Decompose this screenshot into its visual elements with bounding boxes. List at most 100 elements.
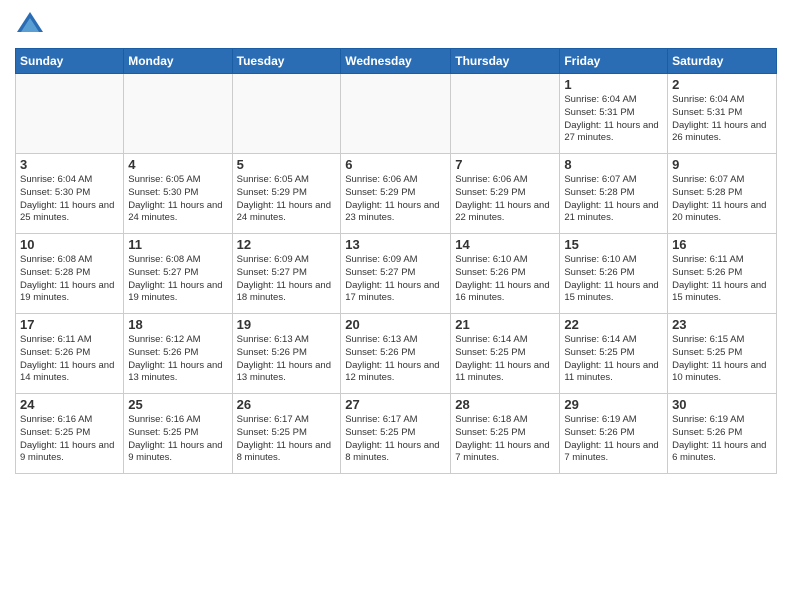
day-number: 15 xyxy=(564,237,663,252)
day-number: 26 xyxy=(237,397,337,412)
day-cell: 21Sunrise: 6:14 AM Sunset: 5:25 PM Dayli… xyxy=(451,314,560,394)
day-info: Sunrise: 6:09 AM Sunset: 5:27 PM Dayligh… xyxy=(237,254,337,305)
day-info: Sunrise: 6:08 AM Sunset: 5:27 PM Dayligh… xyxy=(128,254,227,305)
weekday-header-sunday: Sunday xyxy=(16,49,124,74)
day-number: 18 xyxy=(128,317,227,332)
day-number: 2 xyxy=(672,77,772,92)
day-number: 23 xyxy=(672,317,772,332)
day-cell xyxy=(232,74,341,154)
day-info: Sunrise: 6:14 AM Sunset: 5:25 PM Dayligh… xyxy=(455,334,555,385)
day-info: Sunrise: 6:19 AM Sunset: 5:26 PM Dayligh… xyxy=(564,414,663,465)
day-cell: 10 Sunrise: 6:08 AM Sunset: 5:28 PM Dayli… xyxy=(16,234,124,314)
day-info: Sunrise: 6:13 AM Sunset: 5:26 PM Dayligh… xyxy=(237,334,337,385)
day-number: 7 xyxy=(455,157,555,172)
day-number: 13 xyxy=(345,237,446,252)
day-cell xyxy=(451,74,560,154)
week-row-2: 3 Sunrise: 6:04 AM Sunset: 5:30 PM Daylig… xyxy=(16,154,777,234)
day-info: Sunrise: 6:17 AM Sunset: 5:25 PM Dayligh… xyxy=(345,414,446,465)
day-number: 9 xyxy=(672,157,772,172)
day-info: Sunrise: 6:04 AM Sunset: 5:31 PM Dayligh… xyxy=(564,94,663,145)
day-cell: 30 Sunrise: 6:19 AM Sunset: 5:26 PM Dayli… xyxy=(668,394,777,474)
day-number: 5 xyxy=(237,157,337,172)
week-row-1: 1 Sunrise: 6:04 AM Sunset: 5:31 PM Daylig… xyxy=(16,74,777,154)
day-cell: 12 Sunrise: 6:09 AM Sunset: 5:27 PM Dayli… xyxy=(232,234,341,314)
day-cell: 18 Sunrise: 6:12 AM Sunset: 5:26 PM Dayli… xyxy=(124,314,232,394)
weekday-header-monday: Monday xyxy=(124,49,232,74)
day-info: Sunrise: 6:07 AM Sunset: 5:28 PM Dayligh… xyxy=(564,174,663,225)
day-cell: 26 Sunrise: 6:17 AM Sunset: 5:25 PM Dayli… xyxy=(232,394,341,474)
day-info: Sunrise: 6:11 AM Sunset: 5:26 PM Dayligh… xyxy=(672,254,772,305)
day-cell: 2 Sunrise: 6:04 AM Sunset: 5:31 PM Daylig… xyxy=(668,74,777,154)
day-cell: 7 Sunrise: 6:06 AM Sunset: 5:29 PM Daylig… xyxy=(451,154,560,234)
day-number: 20 xyxy=(345,317,446,332)
page-container: SundayMondayTuesdayWednesdayThursdayFrid… xyxy=(0,0,792,484)
day-info: Sunrise: 6:06 AM Sunset: 5:29 PM Dayligh… xyxy=(455,174,555,225)
week-row-5: 24 Sunrise: 6:16 AM Sunset: 5:25 PM Dayli… xyxy=(16,394,777,474)
day-info: Sunrise: 6:07 AM Sunset: 5:28 PM Dayligh… xyxy=(672,174,772,225)
day-info: Sunrise: 6:05 AM Sunset: 5:30 PM Dayligh… xyxy=(128,174,227,225)
day-cell: 1 Sunrise: 6:04 AM Sunset: 5:31 PM Daylig… xyxy=(560,74,668,154)
day-number: 30 xyxy=(672,397,772,412)
day-number: 27 xyxy=(345,397,446,412)
day-cell: 25Sunrise: 6:16 AM Sunset: 5:25 PM Dayli… xyxy=(124,394,232,474)
day-cell: 19 Sunrise: 6:13 AM Sunset: 5:26 PM Dayli… xyxy=(232,314,341,394)
week-row-3: 10 Sunrise: 6:08 AM Sunset: 5:28 PM Dayli… xyxy=(16,234,777,314)
day-number: 19 xyxy=(237,317,337,332)
day-cell: 28 Sunrise: 6:18 AM Sunset: 5:25 PM Dayli… xyxy=(451,394,560,474)
weekday-header-row: SundayMondayTuesdayWednesdayThursdayFrid… xyxy=(16,49,777,74)
logo-icon xyxy=(15,10,45,40)
day-cell: 16 Sunrise: 6:11 AM Sunset: 5:26 PM Dayli… xyxy=(668,234,777,314)
day-number: 28 xyxy=(455,397,555,412)
day-info: Sunrise: 6:18 AM Sunset: 5:25 PM Dayligh… xyxy=(455,414,555,465)
day-cell xyxy=(341,74,451,154)
day-info: Sunrise: 6:15 AM Sunset: 5:25 PM Dayligh… xyxy=(672,334,772,385)
day-info: Sunrise: 6:04 AM Sunset: 5:30 PM Dayligh… xyxy=(20,174,119,225)
weekday-header-friday: Friday xyxy=(560,49,668,74)
day-cell: 23 Sunrise: 6:15 AM Sunset: 5:25 PM Dayli… xyxy=(668,314,777,394)
day-info: Sunrise: 6:11 AM Sunset: 5:26 PM Dayligh… xyxy=(20,334,119,385)
day-info: Sunrise: 6:13 AM Sunset: 5:26 PM Dayligh… xyxy=(345,334,446,385)
weekday-header-tuesday: Tuesday xyxy=(232,49,341,74)
day-number: 1 xyxy=(564,77,663,92)
day-number: 12 xyxy=(237,237,337,252)
day-number: 8 xyxy=(564,157,663,172)
day-cell: 14Sunrise: 6:10 AM Sunset: 5:26 PM Dayli… xyxy=(451,234,560,314)
week-row-4: 17Sunrise: 6:11 AM Sunset: 5:26 PM Dayli… xyxy=(16,314,777,394)
day-info: Sunrise: 6:08 AM Sunset: 5:28 PM Dayligh… xyxy=(20,254,119,305)
day-info: Sunrise: 6:09 AM Sunset: 5:27 PM Dayligh… xyxy=(345,254,446,305)
calendar-table: SundayMondayTuesdayWednesdayThursdayFrid… xyxy=(15,48,777,474)
day-info: Sunrise: 6:04 AM Sunset: 5:31 PM Dayligh… xyxy=(672,94,772,145)
day-number: 3 xyxy=(20,157,119,172)
day-info: Sunrise: 6:16 AM Sunset: 5:25 PM Dayligh… xyxy=(20,414,119,465)
day-info: Sunrise: 6:12 AM Sunset: 5:26 PM Dayligh… xyxy=(128,334,227,385)
day-info: Sunrise: 6:17 AM Sunset: 5:25 PM Dayligh… xyxy=(237,414,337,465)
day-cell: 9 Sunrise: 6:07 AM Sunset: 5:28 PM Daylig… xyxy=(668,154,777,234)
day-cell: 6Sunrise: 6:06 AM Sunset: 5:29 PM Daylig… xyxy=(341,154,451,234)
day-cell: 4 Sunrise: 6:05 AM Sunset: 5:30 PM Daylig… xyxy=(124,154,232,234)
weekday-header-wednesday: Wednesday xyxy=(341,49,451,74)
day-number: 24 xyxy=(20,397,119,412)
weekday-header-thursday: Thursday xyxy=(451,49,560,74)
day-cell: 29 Sunrise: 6:19 AM Sunset: 5:26 PM Dayli… xyxy=(560,394,668,474)
day-cell: 8 Sunrise: 6:07 AM Sunset: 5:28 PM Daylig… xyxy=(560,154,668,234)
day-info: Sunrise: 6:05 AM Sunset: 5:29 PM Dayligh… xyxy=(237,174,337,225)
logo xyxy=(15,10,49,40)
day-cell: 24 Sunrise: 6:16 AM Sunset: 5:25 PM Dayli… xyxy=(16,394,124,474)
day-number: 29 xyxy=(564,397,663,412)
day-cell: 3 Sunrise: 6:04 AM Sunset: 5:30 PM Daylig… xyxy=(16,154,124,234)
day-number: 22 xyxy=(564,317,663,332)
day-info: Sunrise: 6:10 AM Sunset: 5:26 PM Dayligh… xyxy=(564,254,663,305)
day-info: Sunrise: 6:19 AM Sunset: 5:26 PM Dayligh… xyxy=(672,414,772,465)
day-number: 16 xyxy=(672,237,772,252)
day-cell: 27 Sunrise: 6:17 AM Sunset: 5:25 PM Dayli… xyxy=(341,394,451,474)
day-cell: 15 Sunrise: 6:10 AM Sunset: 5:26 PM Dayli… xyxy=(560,234,668,314)
day-cell: 5 Sunrise: 6:05 AM Sunset: 5:29 PM Daylig… xyxy=(232,154,341,234)
day-cell xyxy=(16,74,124,154)
day-number: 4 xyxy=(128,157,227,172)
day-number: 10 xyxy=(20,237,119,252)
day-number: 14 xyxy=(455,237,555,252)
day-cell: 17Sunrise: 6:11 AM Sunset: 5:26 PM Dayli… xyxy=(16,314,124,394)
day-cell: 22Sunrise: 6:14 AM Sunset: 5:25 PM Dayli… xyxy=(560,314,668,394)
day-number: 25 xyxy=(128,397,227,412)
day-cell: 11Sunrise: 6:08 AM Sunset: 5:27 PM Dayli… xyxy=(124,234,232,314)
